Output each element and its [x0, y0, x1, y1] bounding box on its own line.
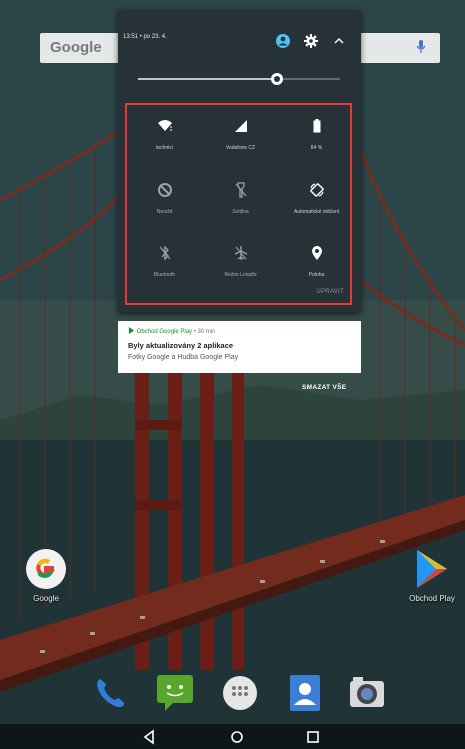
tile-label: Vodafone CZ [225, 145, 256, 151]
notification-time: • 30 min [192, 329, 216, 335]
tile-mobile-data[interactable]: Vodafone CZ [203, 118, 278, 151]
airplane-mode-off-icon [234, 246, 247, 260]
navigation-bar [0, 724, 465, 749]
tile-label: 84 % [310, 145, 323, 151]
flashlight-off-icon [235, 182, 246, 198]
contacts-icon[interactable] [285, 673, 325, 713]
tile-bluetooth[interactable]: Bluetooth [127, 245, 202, 278]
tile-wifi[interactable]: technici [127, 118, 202, 151]
google-logo: Google [50, 39, 102, 56]
user-account-icon[interactable] [276, 34, 290, 48]
location-icon [311, 246, 322, 260]
play-store-icon [417, 550, 447, 588]
tile-label: technici [156, 145, 173, 151]
brightness-slider[interactable] [138, 73, 340, 85]
edit-tiles-button[interactable]: UPRAVIT [316, 289, 344, 295]
google-app-icon [26, 549, 66, 589]
cell-signal-icon [234, 120, 247, 132]
back-icon[interactable] [140, 728, 160, 746]
home-app-label: Google [33, 594, 59, 603]
collapse-chevron-icon[interactable] [334, 37, 344, 45]
notification-card[interactable]: Obchod Google Play • 30 min Byly aktuali… [118, 321, 361, 373]
notification-app-row: Obchod Google Play • 30 min [128, 327, 216, 335]
tile-label: Bluetooth [153, 272, 176, 278]
app-drawer-icon[interactable] [220, 673, 260, 713]
phone-icon[interactable] [90, 673, 130, 713]
tile-airplane-mode[interactable]: Režim Letadlo [203, 245, 278, 278]
home-app-google[interactable]: Google [16, 548, 76, 603]
home-icon[interactable] [227, 728, 247, 746]
battery-icon [313, 119, 320, 133]
mic-icon[interactable] [416, 40, 426, 54]
tile-do-not-disturb[interactable]: Nerušit [127, 182, 202, 215]
brightness-icon[interactable] [270, 72, 284, 86]
tile-label: Poloha [308, 272, 325, 278]
tile-label: Režim Letadlo [224, 272, 257, 278]
tile-label: Svítilna [232, 209, 249, 215]
recents-icon[interactable] [303, 728, 323, 746]
gear-icon[interactable] [304, 34, 318, 48]
hangouts-icon[interactable] [155, 673, 195, 713]
tile-battery[interactable]: 84 % [279, 118, 354, 151]
home-app-play-store[interactable]: Obchod Play [402, 548, 462, 603]
play-store-small-icon [128, 327, 135, 334]
notification-title: Byly aktualizovány 2 aplikace [128, 341, 234, 350]
do-not-disturb-off-icon [157, 183, 172, 197]
tile-location[interactable]: Poloha [279, 245, 354, 278]
auto-rotate-icon [309, 183, 324, 197]
clear-all-button[interactable]: SMAZAT VŠE [302, 384, 346, 391]
quick-tiles-highlight: technici Vodafone CZ 84 % Nerušit Svítil… [125, 103, 352, 305]
tile-auto-rotate[interactable]: Automatické otáčení [279, 182, 354, 215]
notification-body: Fotky Google a Hudba Google Play [128, 354, 239, 361]
tile-flashlight[interactable]: Svítilna [203, 182, 278, 215]
home-app-label: Obchod Play [409, 594, 455, 603]
notification-app-name: Obchod Google Play [136, 329, 193, 335]
quick-settings-panel: 13:51 • po 23. 4. technici Vodafone CZ 8… [118, 10, 361, 312]
tile-label: Nerušit [156, 209, 173, 215]
shade-header: 13:51 • po 23. 4. [118, 10, 361, 70]
camera-icon[interactable] [347, 673, 387, 713]
bluetooth-off-icon [159, 245, 170, 261]
brightness-fill [138, 78, 278, 80]
wifi-icon [157, 120, 172, 131]
tile-label: Automatické otáčení [293, 209, 340, 215]
clock-date: 13:51 • po 23. 4. [123, 34, 167, 40]
